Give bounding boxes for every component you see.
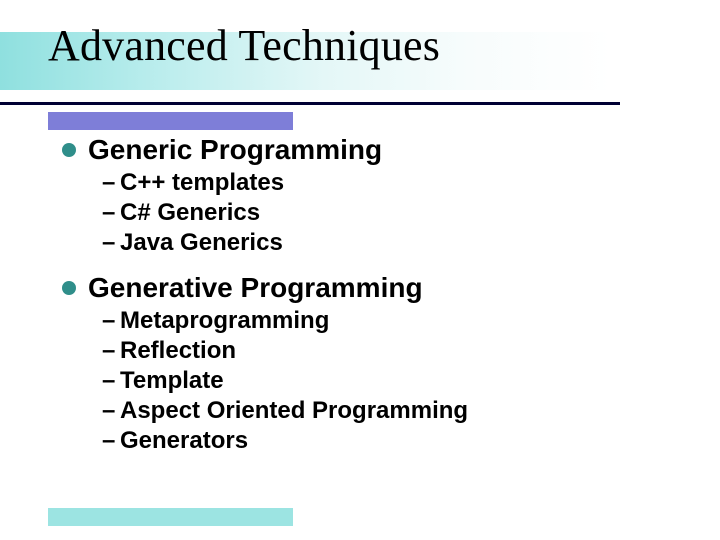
list-item: –Aspect Oriented Programming — [102, 396, 690, 426]
bullet-heading: Generative Programming — [88, 272, 423, 303]
bullet-heading: Generic Programming — [88, 134, 382, 165]
list-item-label: Generators — [120, 427, 248, 454]
list-item-label: Metaprogramming — [120, 307, 329, 334]
bullet-dot-icon — [62, 281, 76, 295]
slide: Advanced Techniques Generic Programming … — [0, 0, 720, 540]
list-item: –Java Generics — [102, 228, 690, 258]
accent-bar-bottom — [48, 508, 293, 526]
list-item-label: Template — [120, 367, 224, 394]
sub-list-generative: –Metaprogramming –Reflection –Template –… — [102, 306, 690, 456]
list-item: –Reflection — [102, 336, 690, 366]
bullet-generic-programming: Generic Programming — [62, 134, 690, 166]
title-underline — [0, 102, 620, 105]
bullet-dot-icon — [62, 143, 76, 157]
bullet-generative-programming: Generative Programming — [62, 272, 690, 304]
accent-bar-top — [48, 112, 293, 130]
list-item-label: C# Generics — [120, 199, 260, 226]
list-item: –C++ templates — [102, 168, 690, 198]
content-area: Generic Programming –C++ templates –C# G… — [62, 134, 690, 470]
list-item: –Generators — [102, 426, 690, 456]
list-item: –C# Generics — [102, 198, 690, 228]
list-item-label: Reflection — [120, 337, 236, 364]
slide-title: Advanced Techniques — [48, 20, 440, 71]
sub-list-generic: –C++ templates –C# Generics –Java Generi… — [102, 168, 690, 258]
list-item: –Template — [102, 366, 690, 396]
list-item: –Metaprogramming — [102, 306, 690, 336]
list-item-label: C++ templates — [120, 169, 284, 196]
list-item-label: Aspect Oriented Programming — [120, 397, 468, 424]
list-item-label: Java Generics — [120, 229, 283, 256]
